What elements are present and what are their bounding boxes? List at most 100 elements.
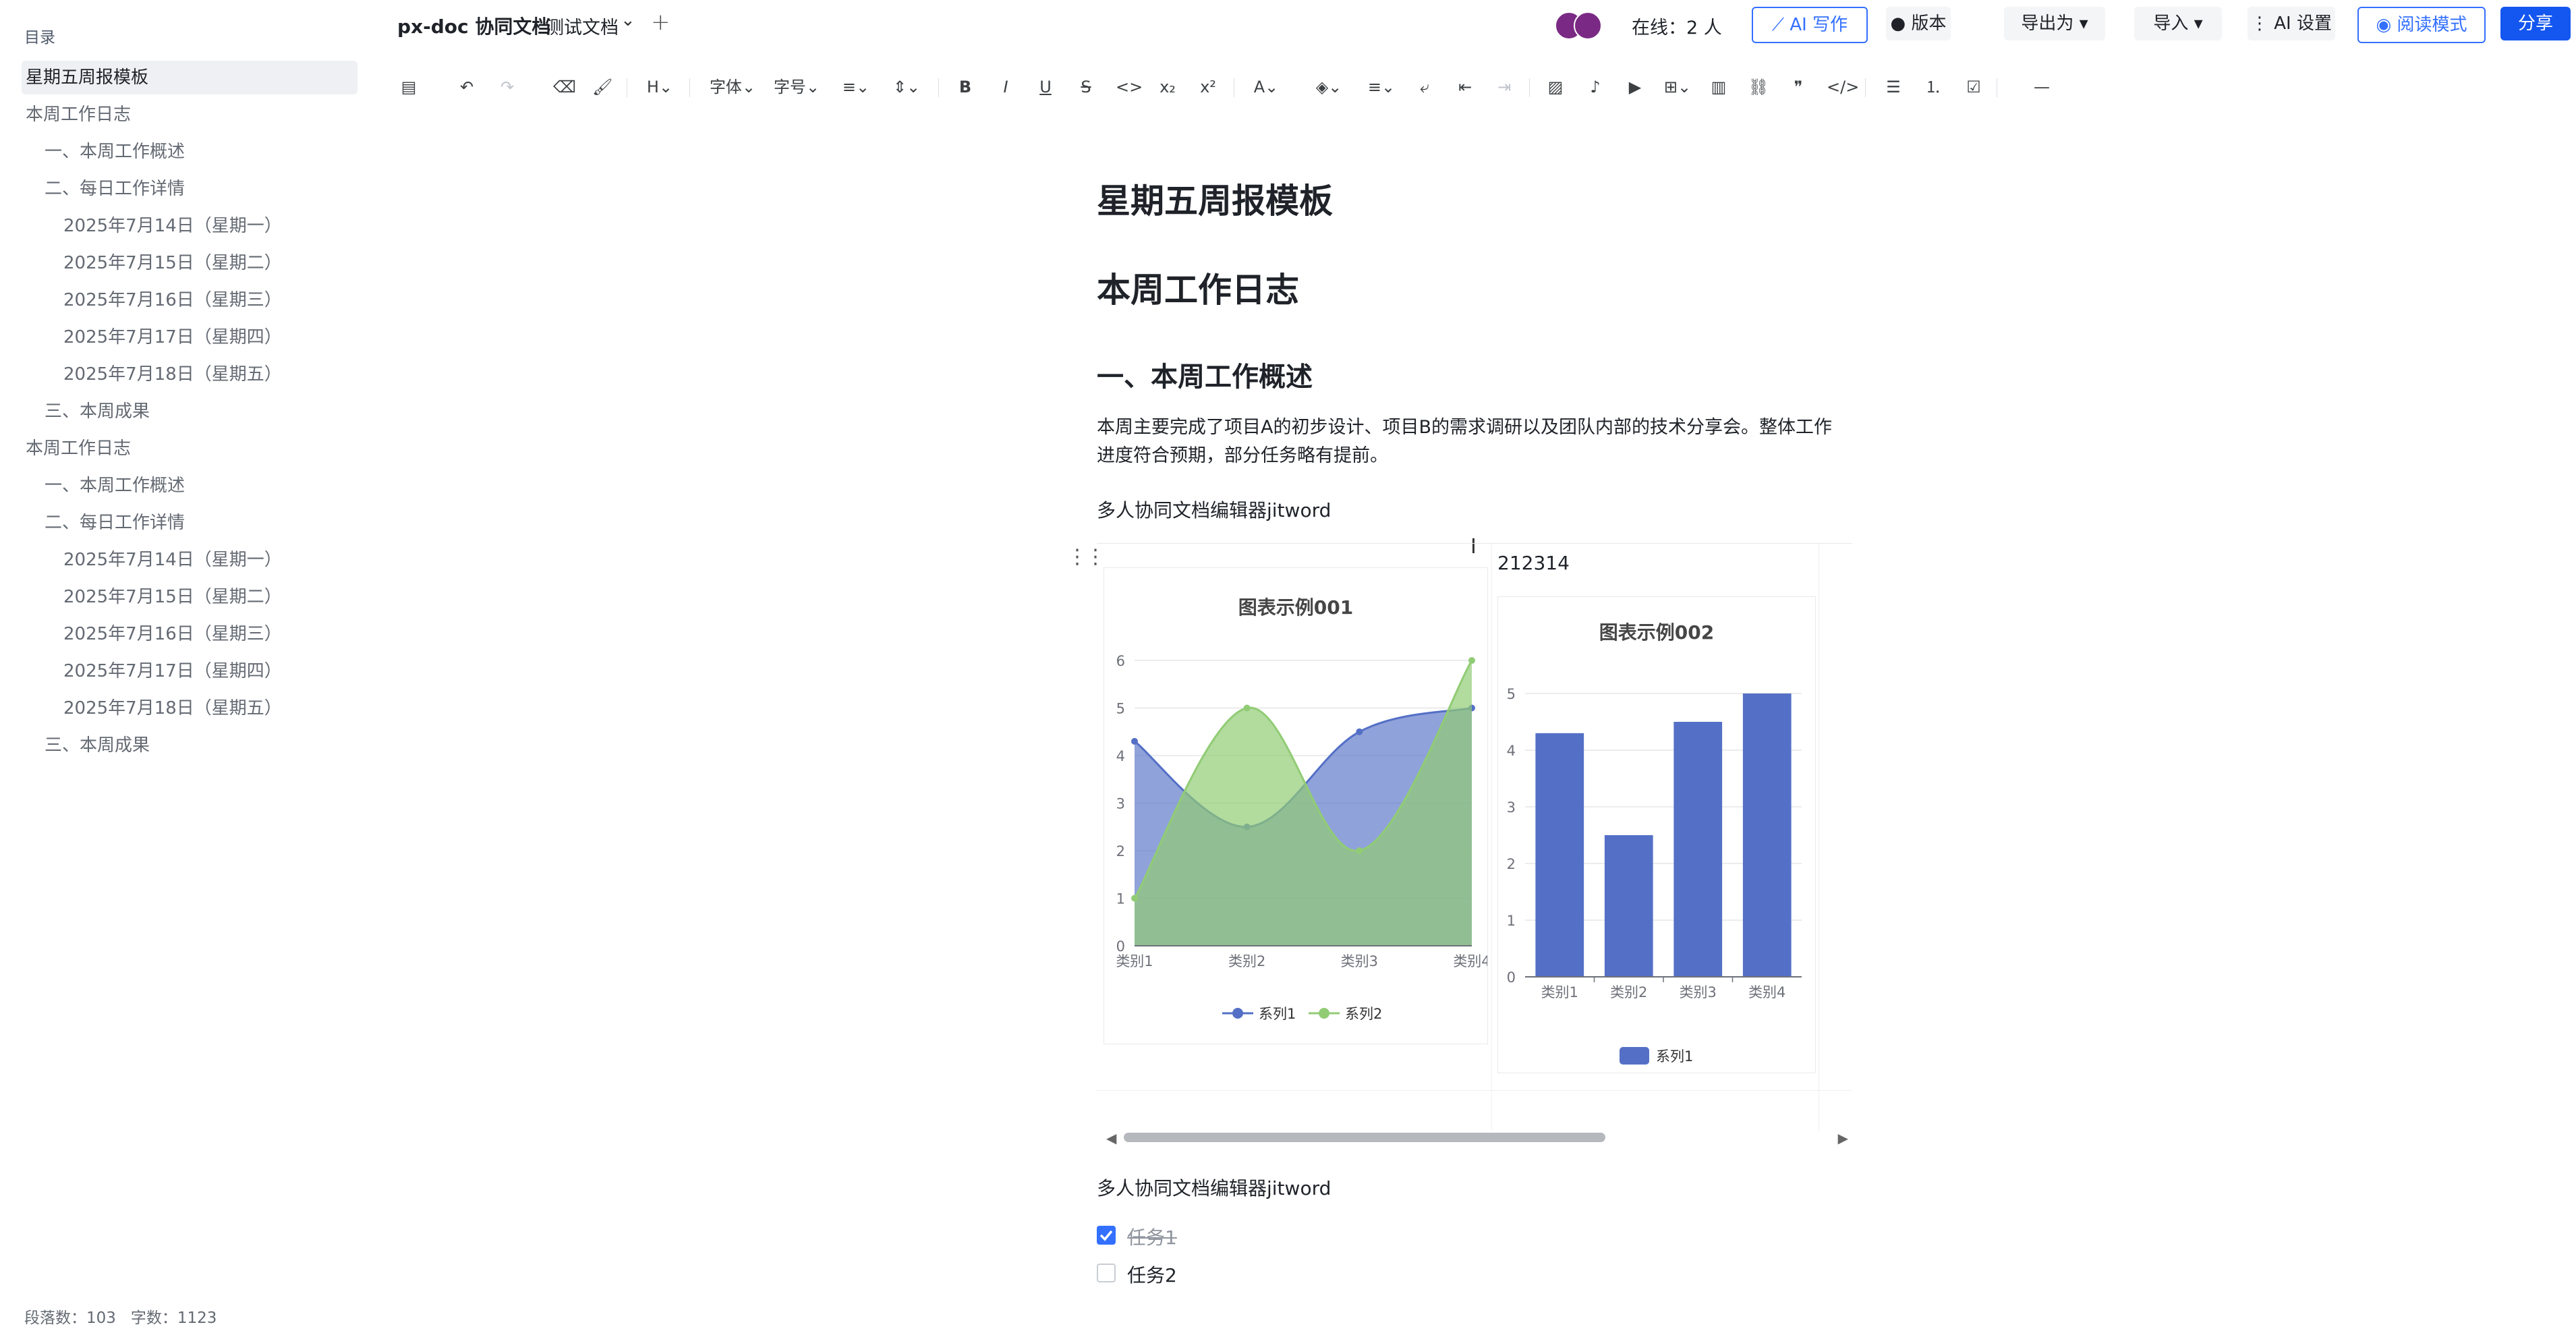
x-tick-label: 类别1 <box>1116 953 1153 969</box>
heading-icon[interactable]: H⌄ <box>644 76 675 98</box>
ai-settings-button[interactable]: ⋮ AI 设置 <box>2248 7 2335 40</box>
toc-item[interactable]: 2025年7月15日（星期二） <box>63 246 282 280</box>
italic-icon[interactable]: I <box>996 76 1016 98</box>
top-bar: px-doc 协同文档 测试文档 ⌄ + 在线：2 人 ⟋ AI 写作 ● 版本… <box>368 0 2576 51</box>
document-icon[interactable]: ▤ <box>399 76 419 98</box>
toc-item[interactable]: 三、本周成果 <box>45 729 150 762</box>
chart-card-1[interactable]: 图表示例001 0 1 2 3 4 5 6 类别1 类别2 类别3 类别4 系列1 系列2 <box>1104 567 1491 1044</box>
doc-title: 星期五周报模板 <box>1097 181 1333 221</box>
area-chart: 图表示例001 0 1 2 3 4 5 6 类别1 类别2 类别3 类别4 系列1 系列2 <box>1116 596 1490 1022</box>
toc-item[interactable]: 星期五周报模板 <box>22 61 357 94</box>
paragraph-count: 段落数：103 <box>24 1309 116 1327</box>
x-tick-label: 类别1 <box>1541 984 1578 1000</box>
inline-code-icon[interactable]: <> <box>1116 76 1143 98</box>
font-size-select[interactable]: 字号⌄ <box>773 76 820 98</box>
bold-icon[interactable]: B <box>955 76 975 98</box>
video-icon[interactable]: ▶ <box>1624 76 1647 98</box>
toc-item[interactable]: 三、本周成果 <box>45 395 150 428</box>
font-family-select[interactable]: 字体⌄ <box>709 76 756 98</box>
link-icon[interactable]: ⛓ <box>1747 76 1770 98</box>
bar <box>1604 835 1653 977</box>
data-point <box>1356 847 1363 854</box>
toc-item[interactable]: 2025年7月18日（星期五） <box>63 691 282 725</box>
magic-wand-icon: ⟋ <box>1771 15 1785 35</box>
letter-spacing-icon[interactable]: ⇕⌄ <box>890 76 923 98</box>
subscript-icon[interactable]: x₂ <box>1155 76 1180 98</box>
x-tick-label: 类别3 <box>1341 953 1378 969</box>
code-block-icon[interactable]: </> <box>1827 76 1859 98</box>
superscript-icon[interactable]: x² <box>1196 76 1220 98</box>
x-tick-label: 类别2 <box>1610 984 1647 1000</box>
table-icon[interactable]: ⊞⌄ <box>1661 76 1694 98</box>
toc-item[interactable]: 二、每日工作详情 <box>45 172 185 206</box>
toc-item[interactable]: 2025年7月17日（星期四） <box>63 320 282 354</box>
task-checkbox-1[interactable] <box>1097 1226 1116 1245</box>
toc-item[interactable]: 2025年7月15日（星期二） <box>63 580 282 614</box>
toc-item[interactable]: 2025年7月17日（星期四） <box>63 654 282 688</box>
y-tick-label: 4 <box>1116 748 1125 764</box>
add-doc-icon[interactable]: + <box>651 9 670 36</box>
scroll-thumb[interactable] <box>1124 1133 1605 1142</box>
scroll-right-icon[interactable]: ▶ <box>1838 1130 1848 1146</box>
chevron-down-icon[interactable]: ⌄ <box>621 10 635 30</box>
doc-name-dropdown[interactable]: 测试文档 <box>546 13 619 39</box>
bullet-list-icon[interactable]: ☰ <box>1882 76 1905 98</box>
data-point <box>1131 737 1138 745</box>
line-height-icon[interactable]: ≡⌄ <box>840 76 872 98</box>
scroll-left-icon[interactable]: ◀ <box>1106 1130 1116 1146</box>
read-mode-button[interactable]: ◉ 阅读模式 <box>2357 7 2486 43</box>
chart-title: 图表示例002 <box>1599 621 1714 644</box>
legend-marker <box>1232 1008 1243 1019</box>
legend-label: 系列1 <box>1656 1048 1693 1065</box>
toc-item[interactable]: 本周工作日志 <box>26 432 131 465</box>
y-tick-label: 2 <box>1116 843 1125 859</box>
toc-item[interactable]: 一、本周工作概述 <box>45 135 185 169</box>
chart-icon[interactable]: ▥ <box>1707 76 1730 98</box>
ordered-list-icon[interactable]: ⒈ <box>1922 76 1945 98</box>
y-tick-label: 1 <box>1507 913 1516 929</box>
toc-item[interactable]: 2025年7月14日（星期一） <box>63 209 282 243</box>
online-count: 在线：2 人 <box>1632 18 1722 38</box>
indent-icon[interactable]: ⇥ <box>1493 76 1516 98</box>
font-color-icon[interactable]: A⌄ <box>1249 76 1283 98</box>
y-tick-label: 3 <box>1507 799 1516 816</box>
import-button[interactable]: 导入 ▾ <box>2134 7 2222 40</box>
x-tick-label: 类别4 <box>1748 984 1785 1000</box>
version-icon: ● <box>1890 13 1906 34</box>
toc-item[interactable]: 二、每日工作详情 <box>45 506 185 540</box>
image-icon[interactable]: ▨ <box>1544 76 1567 98</box>
data-point <box>1468 657 1475 664</box>
chart-card-2[interactable]: 图表示例002 0 1 2 3 4 5 类别1 类别2 类别3 类别4 系列1 <box>1497 596 1816 1073</box>
y-tick-label: 5 <box>1116 701 1125 717</box>
toc-item[interactable]: 2025年7月18日（星期五） <box>63 358 282 391</box>
align-icon[interactable]: ≡⌄ <box>1365 76 1398 98</box>
task-list-icon[interactable]: ☑ <box>1962 76 1985 98</box>
share-button[interactable]: 分享 <box>2500 7 2571 40</box>
toc-item[interactable]: 2025年7月14日（星期一） <box>63 543 282 577</box>
line-break-icon[interactable]: ⤶ <box>1413 76 1436 98</box>
format-painter-icon[interactable]: 🖌 <box>592 76 612 98</box>
outdent-icon[interactable]: ⇤ <box>1454 76 1477 98</box>
x-tick-label: 类别4 <box>1453 953 1487 969</box>
task-checkbox-2[interactable] <box>1097 1264 1116 1282</box>
caret-down-icon: ▾ <box>2079 13 2088 34</box>
redo-icon[interactable]: ↷ <box>497 76 517 98</box>
undo-icon[interactable]: ↶ <box>457 76 477 98</box>
horizontal-rule-icon[interactable]: — <box>2030 76 2053 98</box>
quote-icon[interactable]: ❞ <box>1787 76 1810 98</box>
version-button[interactable]: ● 版本 <box>1886 7 1951 40</box>
highlight-color-icon[interactable]: ◈⌄ <box>1312 76 1346 98</box>
toc-item[interactable]: 一、本周工作概述 <box>45 469 185 503</box>
underline-icon[interactable]: U <box>1035 76 1056 98</box>
export-button[interactable]: 导出为 ▾ <box>2004 7 2105 40</box>
toc-item[interactable]: 本周工作日志 <box>26 98 131 132</box>
audio-icon[interactable]: ♪ <box>1584 76 1607 98</box>
toc-item[interactable]: 2025年7月16日（星期三） <box>63 283 282 317</box>
bar <box>1673 722 1723 977</box>
ai-write-button[interactable]: ⟋ AI 写作 <box>1752 7 1868 43</box>
task-label-1: 任务1 <box>1127 1226 1177 1249</box>
strikethrough-icon[interactable]: S <box>1076 76 1096 98</box>
horizontal-scrollbar[interactable]: ◀ ▶ <box>1106 1130 1848 1146</box>
toc-item[interactable]: 2025年7月16日（星期三） <box>63 617 282 651</box>
eraser-icon[interactable]: ⌫ <box>553 76 576 98</box>
